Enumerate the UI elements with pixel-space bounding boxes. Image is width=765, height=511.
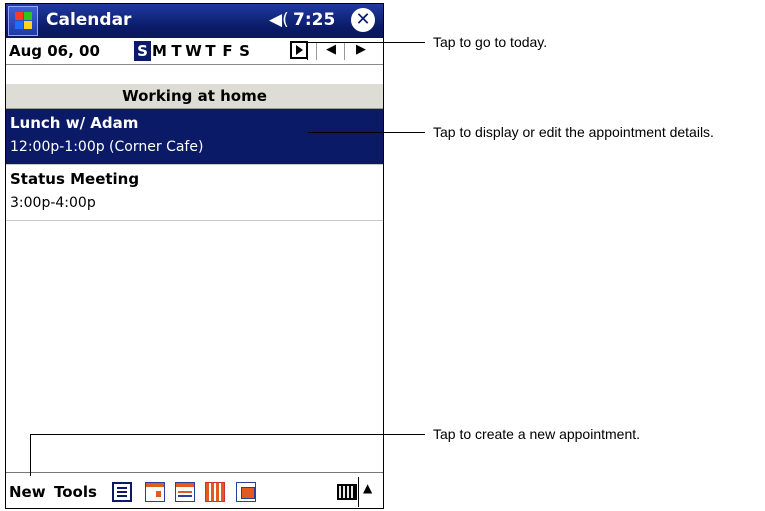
speaker-icon[interactable]: ◀( (269, 10, 289, 30)
appointment-row[interactable]: Lunch w/ Adam 12:00p-1:00p (Corner Cafe) (6, 109, 383, 165)
agenda-view-icon[interactable] (112, 482, 132, 502)
day-button[interactable]: M (151, 41, 168, 61)
day-button[interactable]: S (236, 41, 253, 61)
day-button[interactable]: F (219, 41, 236, 61)
start-menu-button[interactable] (8, 6, 38, 36)
windows-flag-icon (15, 12, 33, 30)
callout-today: Tap to go to today. (433, 34, 548, 50)
next-icon[interactable]: ▶ (352, 42, 370, 57)
divider (344, 42, 345, 60)
go-to-today-icon[interactable] (290, 41, 308, 59)
appointment-title: Lunch w/ Adam (10, 114, 139, 132)
tools-menu[interactable]: Tools (54, 483, 97, 501)
appointment-title: Status Meeting (10, 170, 140, 188)
callout-new: Tap to create a new appointment. (433, 426, 641, 442)
callout-leader-details (308, 132, 425, 133)
previous-icon[interactable]: ◀ (322, 42, 340, 57)
week-view-icon[interactable] (175, 482, 195, 502)
appointment-time: 12:00p-1:00p (Corner Cafe) (10, 139, 204, 155)
appointment-time: 3:00p-4:00p (10, 195, 96, 211)
divider (358, 477, 359, 507)
day-button[interactable]: W (185, 41, 202, 61)
callout-leader-new (30, 434, 425, 435)
day-button[interactable]: S (134, 41, 151, 61)
divider (316, 42, 317, 60)
day-view-icon[interactable] (145, 482, 165, 502)
callout-leader-today (307, 42, 425, 43)
clock[interactable]: 7:25 (293, 10, 335, 30)
close-icon[interactable]: ✕ (351, 8, 375, 32)
title-bar: Calendar ◀( 7:25 ✕ (6, 4, 383, 38)
input-panel-arrow-icon[interactable]: ▲ (363, 481, 372, 495)
year-view-icon[interactable] (236, 482, 256, 502)
month-view-icon[interactable] (205, 482, 225, 502)
new-button[interactable]: New (9, 483, 46, 501)
day-button[interactable]: T (202, 41, 219, 61)
callout-details: Tap to display or edit the appointment d… (433, 124, 714, 140)
all-day-event-banner[interactable]: Working at home (6, 84, 383, 109)
week-day-selector: SMTWTFS (134, 41, 253, 61)
command-bar: New Tools ▲ (6, 472, 383, 508)
current-date[interactable]: Aug 06, 00 (9, 42, 100, 60)
callout-leader-new-vertical (30, 434, 31, 476)
keyboard-icon[interactable] (337, 484, 357, 500)
app-title: Calendar (46, 10, 132, 30)
day-button[interactable]: T (168, 41, 185, 61)
callout-leader-today-vertical (307, 42, 308, 60)
appointment-row[interactable]: Status Meeting 3:00p-4:00p (6, 165, 383, 221)
